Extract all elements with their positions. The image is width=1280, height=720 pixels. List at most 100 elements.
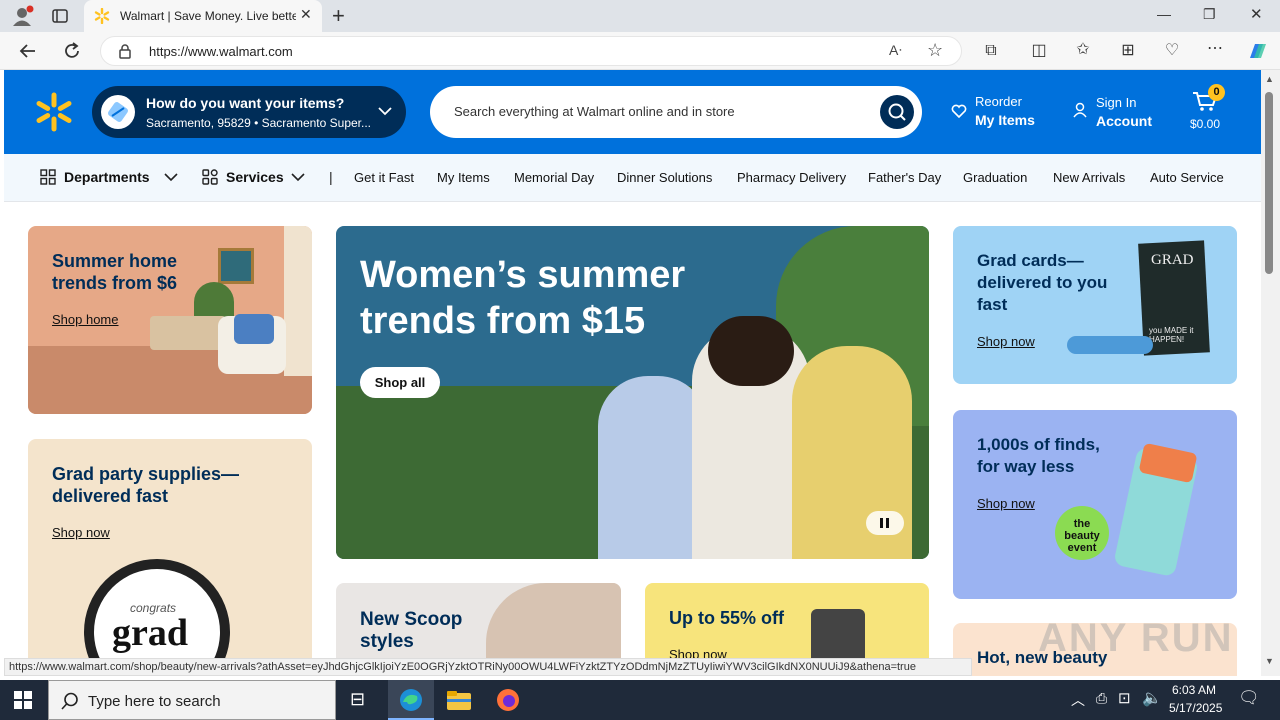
nav-link-fathers-day[interactable]: Father's Day (868, 170, 941, 185)
site-header: How do you want your items? Sacramento, … (4, 70, 1261, 154)
nav-link-graduation[interactable]: Graduation (963, 170, 1027, 185)
more-menu-icon[interactable]: ⋯ (1204, 39, 1226, 59)
pause-button[interactable] (866, 511, 904, 535)
copilot-icon[interactable] (1246, 40, 1270, 62)
nav-link-dinner-solutions[interactable]: Dinner Solutions (617, 170, 712, 185)
sale-55-title: Up to 55% off (669, 608, 784, 628)
file-explorer-icon[interactable] (446, 688, 472, 712)
collections-icon[interactable]: ⊞ (1117, 41, 1139, 61)
hero-banner[interactable]: Women’s summer trends from $15 Shop all (336, 226, 929, 559)
user-icon (1073, 102, 1087, 118)
tab-actions-icon[interactable] (52, 8, 68, 24)
nav-link-memorial-day[interactable]: Memorial Day (514, 170, 594, 185)
new-tab-button[interactable]: + (332, 3, 345, 29)
nav-divider: | (329, 169, 333, 185)
tab-title: Walmart | Save Money. Live bette (120, 9, 296, 23)
sign-in-label: Sign In (1096, 95, 1137, 110)
firefox-icon[interactable] (496, 688, 520, 712)
finds-shop-link[interactable]: Shop now (977, 496, 1035, 511)
beauty-event-badge: the beauty event (1055, 506, 1109, 560)
nav-link-pharmacy-delivery[interactable]: Pharmacy Delivery (737, 170, 846, 185)
bench-graphic (150, 316, 226, 350)
status-url-bar: https://www.walmart.com/shop/beauty/new-… (4, 658, 972, 676)
grad-cards-title: Grad cards—delivered to you fast (977, 251, 1108, 314)
walmart-favicon-icon (94, 8, 110, 24)
delivery-intent-icon (101, 95, 135, 129)
taskbar-edge-button[interactable] (388, 680, 434, 720)
search-input[interactable]: Search everything at Walmart online and … (430, 86, 922, 138)
favorite-star-icon[interactable]: ☆ (927, 40, 943, 61)
services-menu[interactable]: Services (202, 168, 312, 190)
search-button[interactable] (880, 95, 914, 129)
grad-cards-card[interactable]: GRAD you MADE it HAPPEN! Grad cards—deli… (953, 226, 1237, 384)
my-items-label: My Items (975, 112, 1035, 128)
url-text[interactable]: https://www.walmart.com (149, 44, 293, 59)
grad-cards-shop-link[interactable]: Shop now (977, 334, 1035, 349)
services-label: Services (226, 169, 284, 185)
nav-link-my-items[interactable]: My Items (437, 170, 490, 185)
read-aloud-icon[interactable]: A͏ᐧ (889, 42, 902, 59)
edge-icon (400, 689, 422, 711)
grad-party-card[interactable]: Grad party supplies—delivered fast Shop … (28, 439, 312, 676)
grad-card-top-text: GRAD (1151, 252, 1194, 268)
extensions-icon[interactable]: ⧉ (980, 41, 1002, 61)
lock-icon[interactable] (117, 43, 133, 59)
search-placeholder: Search everything at Walmart online and … (454, 104, 735, 119)
scrollbar-thumb[interactable] (1265, 92, 1273, 274)
services-grid-icon (202, 169, 218, 185)
back-icon[interactable] (18, 41, 38, 61)
nav-link-get-it-fast[interactable]: Get it Fast (354, 170, 414, 185)
chevron-down-icon (291, 173, 305, 182)
chevron-down-icon (164, 173, 178, 182)
delivery-location: Sacramento, 95829 • Sacramento Super... (146, 116, 371, 130)
departments-menu[interactable]: Departments (40, 168, 180, 190)
minimize-button[interactable]: — (1157, 6, 1171, 22)
address-bar[interactable]: https://www.walmart.com A͏ᐧ ☆ (100, 36, 962, 66)
reorder-link[interactable]: Reorder My Items (948, 90, 1048, 134)
clock-time[interactable]: 6:03 AM (1172, 683, 1216, 697)
taskbar-search-input[interactable]: Type here to search (48, 680, 336, 720)
heart-icon (951, 104, 967, 118)
windows-start-icon[interactable] (14, 691, 32, 709)
restore-button[interactable]: ❐ (1203, 6, 1216, 23)
search-icon (61, 692, 78, 710)
usb-icon[interactable]: ⎙ (1096, 690, 1107, 707)
close-window-button[interactable]: ✕ (1250, 5, 1263, 23)
shop-home-link[interactable]: Shop home (52, 312, 119, 327)
performance-icon[interactable]: ♡ (1161, 41, 1183, 61)
summer-home-title: Summer home trends from $6 (52, 251, 178, 293)
walmart-spark-logo[interactable] (34, 92, 74, 132)
scroll-up-icon[interactable]: ▲ (1265, 74, 1274, 84)
split-screen-icon[interactable]: ◫ (1028, 41, 1050, 61)
close-tab-icon[interactable]: ✕ (300, 6, 312, 23)
summer-home-card[interactable]: Summer home trends from $6 Shop home (28, 226, 312, 414)
shop-all-button[interactable]: Shop all (360, 367, 440, 398)
reorder-label: Reorder (975, 94, 1022, 109)
network-icon[interactable]: ⊡ (1118, 689, 1131, 707)
profile-icon[interactable] (10, 5, 34, 27)
notifications-icon[interactable]: 🗨 (1238, 688, 1260, 708)
volume-icon[interactable]: 🔈 (1142, 688, 1162, 708)
delivery-selector[interactable]: How do you want your items? Sacramento, … (92, 86, 406, 138)
plate-big-text: grad (112, 612, 188, 654)
refresh-icon[interactable] (62, 41, 82, 61)
nav-link-new-arrivals[interactable]: New Arrivals (1053, 170, 1125, 185)
active-tab[interactable]: Walmart | Save Money. Live bette ✕ (84, 0, 322, 32)
clock-date[interactable]: 5/17/2025 (1169, 701, 1222, 715)
nav-link-auto-service[interactable]: Auto Service (1150, 170, 1224, 185)
cart-total: $0.00 (1190, 117, 1221, 131)
finds-card[interactable]: the beauty event 1,000s of finds, for wa… (953, 410, 1237, 599)
show-hidden-icons-icon[interactable]: ︿ (1071, 690, 1085, 710)
wall-art-graphic (218, 248, 254, 284)
favorites-icon[interactable]: ✩ (1072, 40, 1094, 60)
departments-label: Departments (64, 169, 150, 185)
account-link[interactable]: Sign In Account (1070, 90, 1170, 134)
grad-party-shop-link[interactable]: Shop now (52, 525, 110, 540)
task-view-icon[interactable]: ⊟ (350, 689, 365, 710)
scroll-down-icon[interactable]: ▼ (1265, 656, 1274, 666)
diploma-graphic (1067, 336, 1153, 354)
taskbar-search-placeholder: Type here to search (88, 693, 221, 710)
account-label: Account (1096, 113, 1152, 129)
cart-count-badge: 0 (1208, 84, 1225, 101)
cart-link[interactable]: 0 $0.00 (1186, 84, 1242, 136)
